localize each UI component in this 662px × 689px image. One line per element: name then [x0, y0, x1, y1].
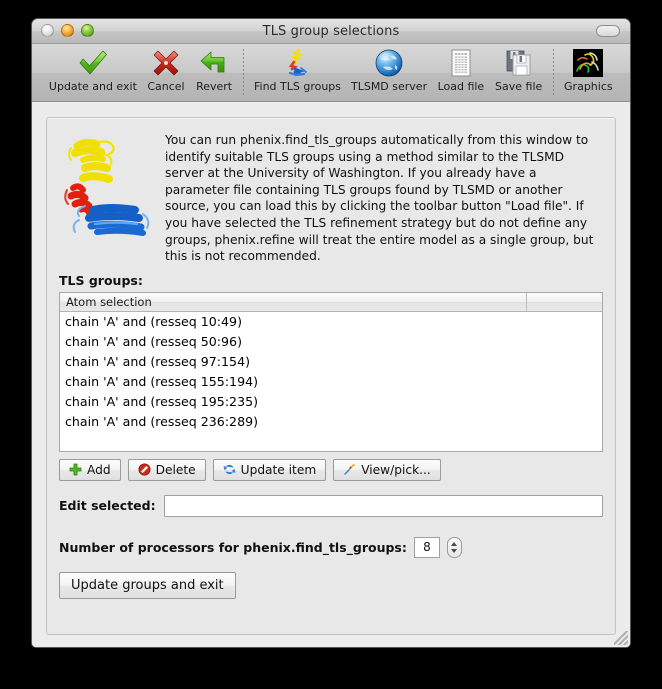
- zoom-button[interactable]: [81, 24, 94, 37]
- toolbar-label-revert: Revert: [196, 80, 233, 93]
- protein-ribbon-thumbnail: [59, 128, 155, 238]
- window-content: You can run phenix.find_tls_groups autom…: [32, 102, 630, 647]
- list-item[interactable]: chain 'A' and (resseq 10:49): [60, 312, 602, 332]
- update-item-button-label: Update item: [240, 462, 317, 477]
- view-pick-button[interactable]: View/pick...: [333, 458, 441, 481]
- sparkle-pick-icon: [343, 463, 356, 476]
- list-action-buttons: Add Delete Update item View/pick...: [59, 458, 603, 481]
- processors-input[interactable]: [413, 536, 440, 558]
- floppy-disk-icon: [504, 47, 534, 79]
- protein-ribbon-icon: [282, 47, 314, 79]
- document-grid-icon: [447, 47, 475, 79]
- intro-description: You can run phenix.find_tls_groups autom…: [165, 133, 594, 264]
- blue-refresh-icon: [223, 463, 236, 476]
- list-header: Atom selection: [60, 292, 602, 312]
- window-title: TLS group selections: [262, 23, 400, 39]
- green-back-arrow-icon: [199, 47, 229, 79]
- update-item-button[interactable]: Update item: [212, 458, 327, 481]
- toolbar-button-load-file[interactable]: Load file: [432, 47, 489, 93]
- toolbar-button-graphics[interactable]: Graphics: [559, 47, 618, 93]
- toolbar-toggle-button[interactable]: [596, 25, 620, 37]
- window-controls: [41, 24, 94, 37]
- column-header-atom-selection[interactable]: Atom selection: [60, 292, 527, 311]
- edit-selected-row: Edit selected:: [59, 494, 603, 517]
- update-groups-and-exit-button[interactable]: Update groups and exit: [59, 571, 236, 599]
- red-no-entry-icon: [138, 463, 151, 476]
- toolbar-label-save-file: Save file: [495, 80, 543, 93]
- list-item[interactable]: chain 'A' and (resseq 50:96): [60, 332, 602, 352]
- tls-groups-list[interactable]: Atom selection chain 'A' and (resseq 10:…: [59, 291, 603, 452]
- delete-button[interactable]: Delete: [127, 458, 206, 481]
- main-toolbar: Update and exit Cancel Revert Find TLS g…: [32, 44, 630, 102]
- toolbar-button-update-and-exit[interactable]: Update and exit: [44, 47, 142, 93]
- list-item[interactable]: chain 'A' and (resseq 236:289): [60, 412, 602, 432]
- toolbar-label-update-and-exit: Update and exit: [48, 80, 137, 93]
- window-titlebar[interactable]: TLS group selections: [32, 19, 630, 44]
- close-button[interactable]: [41, 24, 54, 37]
- graphics-thumbnail-icon: [572, 47, 604, 79]
- toolbar-button-revert[interactable]: Revert: [190, 47, 238, 93]
- edit-selected-label: Edit selected:: [59, 498, 156, 514]
- toolbar-label-load-file: Load file: [437, 80, 485, 93]
- minimize-button[interactable]: [61, 24, 74, 37]
- list-item[interactable]: chain 'A' and (resseq 97:154): [60, 352, 602, 372]
- toolbar-button-find-tls-groups[interactable]: Find TLS groups: [249, 47, 346, 93]
- view-pick-button-label: View/pick...: [361, 462, 431, 477]
- add-button-label: Add: [87, 462, 111, 477]
- delete-button-label: Delete: [155, 462, 196, 477]
- toolbar-label-find-tls-groups: Find TLS groups: [253, 80, 342, 93]
- add-button[interactable]: Add: [59, 458, 121, 481]
- toolbar-button-tlsmd-server[interactable]: TLSMD server: [346, 47, 432, 93]
- processors-label: Number of processors for phenix.find_tls…: [59, 539, 407, 555]
- processors-row: Number of processors for phenix.find_tls…: [59, 536, 603, 558]
- toolbar-separator-2: [552, 49, 554, 97]
- list-body: chain 'A' and (resseq 10:49) chain 'A' a…: [60, 312, 602, 432]
- toolbar-label-cancel: Cancel: [147, 80, 185, 93]
- stepper-down-icon[interactable]: [451, 549, 458, 553]
- stepper-up-icon[interactable]: [451, 541, 458, 546]
- column-header-blank[interactable]: [527, 292, 602, 311]
- list-item[interactable]: chain 'A' and (resseq 155:194): [60, 372, 602, 392]
- red-x-icon: [151, 47, 181, 79]
- toolbar-button-save-file[interactable]: Save file: [490, 47, 548, 93]
- tls-group-selections-window: TLS group selections Update and exit Can…: [31, 18, 631, 648]
- resize-grip[interactable]: [614, 631, 628, 645]
- green-check-icon: [77, 47, 109, 79]
- blue-globe-icon: [374, 47, 404, 79]
- toolbar-separator-1: [243, 49, 245, 97]
- list-item[interactable]: chain 'A' and (resseq 195:235): [60, 392, 602, 412]
- edit-selected-input[interactable]: [163, 494, 603, 517]
- tls-groups-label: TLS groups:: [59, 272, 143, 288]
- update-groups-and-exit-label: Update groups and exit: [71, 577, 224, 593]
- green-plus-icon: [69, 463, 82, 476]
- processors-stepper[interactable]: [446, 536, 462, 558]
- toolbar-label-tlsmd-server: TLSMD server: [350, 80, 428, 93]
- toolbar-button-cancel[interactable]: Cancel: [142, 47, 190, 93]
- main-panel: You can run phenix.find_tls_groups autom…: [46, 117, 616, 635]
- toolbar-label-graphics: Graphics: [564, 80, 613, 93]
- intro-section: You can run phenix.find_tls_groups autom…: [59, 128, 603, 265]
